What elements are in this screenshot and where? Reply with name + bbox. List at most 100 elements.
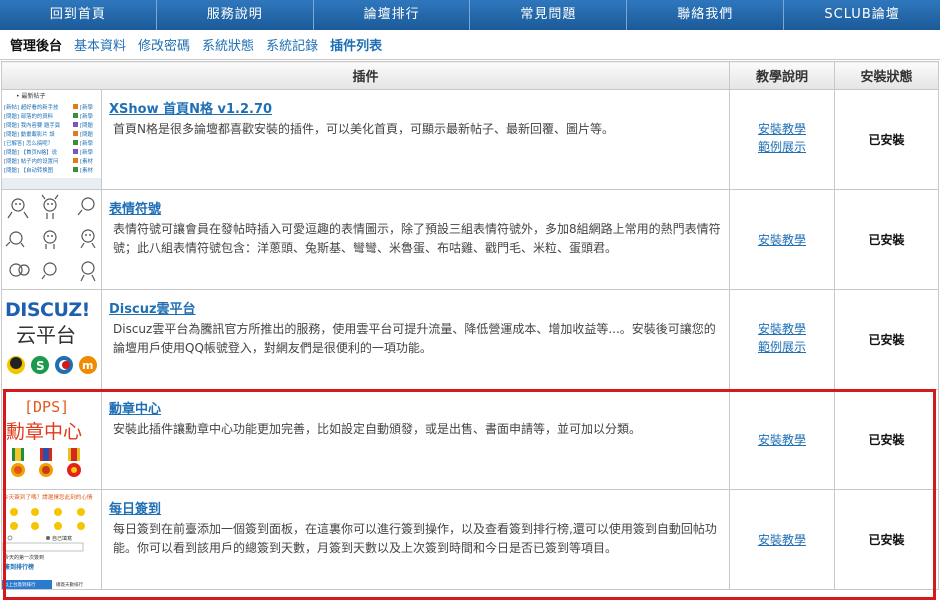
xshow-thumbnail: • 最新帖子 [新帖] 超好看的新手技 [問題] 部落的的資料 [問題] 我內容… [2,90,101,189]
plugin-name-link[interactable]: 每日簽到 [109,498,161,517]
plugin-name-link[interactable]: Discuz雲平台 [109,298,196,317]
subnav-change-password[interactable]: 修改密碼 [138,35,190,54]
xshow-thumb-line: [問題] 【自动转换图 [4,166,53,174]
medal-thumbnail: [DPS] 勳章中心 [2,390,101,489]
plugin-table: 插件 教學說明 安裝狀態 • 最新帖子 [新帖] 超好看的新手技 [問題] 部落… [0,61,940,590]
plugin-help-cell: 安裝教學 範例展示 [729,289,836,390]
medal-thumb-title: [DPS] [24,398,69,416]
signin-thumb-rank: 簽到排行榜 [4,563,34,571]
plugin-thumbnail-cell: • 最新帖子 [新帖] 超好看的新手技 [問題] 部落的的資料 [問題] 我內容… [1,89,102,190]
discuz-logo-subtext: 云平台 [16,323,76,347]
emoticon-thumbnail [2,190,101,289]
plugin-name-link[interactable]: 表情符號 [109,198,161,217]
header-status: 安裝狀態 [834,61,940,90]
plugin-thumbnail-cell [1,189,102,290]
plugin-description: 首頁N格是很多論壇都喜歡安裝的插件，可以美化首頁，可顯示最新帖子、最新回覆、圖片… [113,122,614,136]
xshow-thumb-tag: [新學 [80,148,93,156]
plugin-name-link[interactable]: 勳章中心 [109,398,161,417]
svg-text:S: S [36,359,45,373]
plugin-help-cell: 安裝教學 [729,189,836,290]
plugin-help-cell: 安裝教學 [729,389,836,490]
install-tutorial-link[interactable]: 安裝教學 [730,120,834,138]
header-plugin: 插件 [0,61,731,90]
install-tutorial-link[interactable]: 安裝教學 [730,320,834,338]
medal-center-image: [DPS] 勳章中心 [2,390,101,489]
plugin-description: 安裝此插件讓勳章中心功能更加完善，比如設定自動頒發，或是出售、書面申請等，並可加… [113,422,642,436]
install-tutorial-link[interactable]: 安裝教學 [730,531,834,549]
signin-thumb-line1: 自己填寫 [52,535,72,542]
nav-sclub[interactable]: SCLUB論壇 [784,0,940,30]
admin-title: 管理後台 [10,39,63,54]
nav-contact[interactable]: 聯絡我們 [627,0,785,30]
top-nav: 回到首頁 服務說明 論壇排行 常見問題 聯絡我們 SCLUB論壇 [0,0,940,30]
plugin-info-cell: 每日簽到 每日簽到在前臺添加一個簽到面板，在這裏你可以進行簽到操作，以及查看簽到… [100,489,731,590]
nav-faq[interactable]: 常見問題 [470,0,628,30]
xshow-thumb-line: [問題] 【首页N格】说 [4,148,58,156]
signin-thumbnail: 今天簽到了嗎？請選擇您此刻的心情 自己填寫 今天的第一次簽到 簽到排行榜 以上台… [2,490,101,589]
demo-link[interactable]: 範例展示 [730,338,834,356]
xshow-thumb-line: [問題] 我內容要 題手頁 [4,121,61,129]
xshow-thumb-header: • 最新帖子 [16,92,45,100]
table-row: [DPS] 勳章中心 勳章中心 安裝此插件讓勳章中心功能更加完善，比如設定自動頒… [1,389,940,490]
xshow-thumb-tag: [問題 [80,122,93,129]
xshow-thumb-tag: [新學 [80,139,93,147]
install-tutorial-link[interactable]: 安裝教學 [730,431,834,449]
discuz-thumbnail: DISCUZ! 云平台 S m [2,290,101,389]
table-header-row: 插件 教學說明 安裝狀態 [0,61,940,90]
plugin-description: Discuz雲平台為騰訊官方所推出的服務，使用雲平台可提升流量、降低營運成本、增… [113,322,716,355]
plugin-help-cell: 安裝教學 範例展示 [729,89,836,190]
signin-thumb-btn1: 以上台簽到排行 [4,581,36,588]
install-status: 已安裝 [834,389,940,490]
medal-thumb-subtitle: 勳章中心 [6,421,82,443]
xshow-thumb-line: [已解答] 怎么搞呢？ [4,139,53,147]
install-status: 已安裝 [834,489,940,590]
plugin-description: 每日簽到在前臺添加一個簽到面板，在這裏你可以進行簽到操作，以及查看簽到排行榜,還… [113,522,717,555]
plugin-thumbnail-cell: DISCUZ! 云平台 S m [1,289,102,390]
plugin-description: 表情符號可讓會員在發帖時插入可愛逗趣的表情圖示，除了預設三組表情符號外，多加8組… [113,222,721,255]
subnav-plugin-list[interactable]: 插件列表 [330,35,382,54]
demo-link[interactable]: 範例展示 [730,138,834,156]
signin-thumb-banner: 今天簽到了嗎？請選擇您此刻的心情 [3,493,93,501]
table-row: 表情符號 表情符號可讓會員在發帖時插入可愛逗趣的表情圖示，除了預設三組表情符號外… [1,189,940,290]
admin-subnav: 管理後台 基本資料 修改密碼 系統狀態 系統記錄 插件列表 [0,30,940,60]
xshow-thumb-tag: [素材 [80,157,93,165]
signin-thumb-line2: 今天的第一次簽到 [4,554,44,561]
nav-services[interactable]: 服務說明 [156,0,314,30]
svg-text:m: m [82,359,93,372]
xshow-thumb-tag: [素材 [80,166,93,174]
table-row: DISCUZ! 云平台 S m Discuz雲平台 Discuz雲平台為騰訊官方… [1,289,940,390]
table-row: • 最新帖子 [新帖] 超好看的新手技 [問題] 部落的的資料 [問題] 我內容… [1,89,940,190]
xshow-thumb-line: [問題] 帖子内的设置问 [4,157,58,165]
emoticon-preview-image [2,190,101,289]
signin-thumb-btn2: 總簽天數排行 [56,581,83,588]
header-help: 教學說明 [729,61,836,90]
plugin-thumbnail-cell: 今天簽到了嗎？請選擇您此刻的心情 自己填寫 今天的第一次簽到 簽到排行榜 以上台… [1,489,102,590]
plugin-info-cell: Discuz雲平台 Discuz雲平台為騰訊官方所推出的服務，使用雲平台可提升流… [100,289,731,390]
install-status: 已安裝 [834,89,940,190]
xshow-preview-image: • 最新帖子 [新帖] 超好看的新手技 [問題] 部落的的資料 [問題] 我內容… [2,90,101,189]
xshow-thumb-tag: [新學 [80,112,93,120]
plugin-name-link[interactable]: XShow 首頁N格 v1.2.70 [109,98,272,117]
plugin-info-cell: 勳章中心 安裝此插件讓勳章中心功能更加完善，比如設定自動頒發，或是出售、書面申請… [100,389,731,490]
nav-home[interactable]: 回到首頁 [0,0,157,30]
subnav-system-log[interactable]: 系統記錄 [266,35,318,54]
subnav-basic-info[interactable]: 基本資料 [74,35,126,54]
plugin-info-cell: 表情符號 表情符號可讓會員在發帖時插入可愛逗趣的表情圖示，除了預設三組表情符號外… [100,189,731,290]
discuz-logo-text: DISCUZ! [5,299,90,321]
plugin-help-cell: 安裝教學 [729,489,836,590]
install-tutorial-link[interactable]: 安裝教學 [730,231,834,249]
table-row: 今天簽到了嗎？請選擇您此刻的心情 自己填寫 今天的第一次簽到 簽到排行榜 以上台… [1,489,940,590]
plugin-thumbnail-cell: [DPS] 勳章中心 [1,389,102,490]
discuz-cloud-logo: DISCUZ! 云平台 S m [2,290,101,389]
subnav-system-status[interactable]: 系統狀態 [202,35,254,54]
xshow-thumb-tag: [問題 [80,131,93,138]
xshow-thumb-line: [問題] 部落的的資料 [4,112,54,120]
xshow-thumb-tag: [新學 [80,103,93,111]
plugin-info-cell: XShow 首頁N格 v1.2.70 首頁N格是很多論壇都喜歡安裝的插件，可以美… [100,89,731,190]
install-status: 已安裝 [834,289,940,390]
xshow-thumb-line: [問題] 動畫載影片 設 [4,130,55,138]
install-status: 已安裝 [834,189,940,290]
nav-forum-ranking[interactable]: 論壇排行 [313,0,471,30]
daily-signin-image: 今天簽到了嗎？請選擇您此刻的心情 自己填寫 今天的第一次簽到 簽到排行榜 以上台… [2,490,101,589]
xshow-thumb-line: [新帖] 超好看的新手技 [4,103,59,111]
